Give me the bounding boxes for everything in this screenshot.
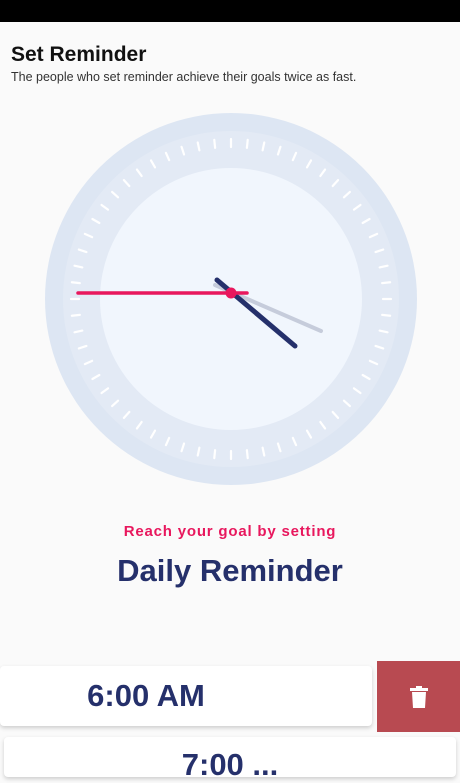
status-bar (0, 0, 460, 22)
clock-tick (213, 449, 217, 460)
goal-headline: Daily Reminder (117, 553, 343, 588)
analog-clock (45, 113, 417, 485)
clock-tick (245, 138, 249, 149)
delete-reminder-button[interactable] (377, 661, 460, 732)
page-title: Set Reminder (11, 43, 147, 66)
clock-tick (213, 138, 217, 149)
clock-tick (70, 281, 81, 285)
clock-tick (381, 313, 392, 317)
clock-center-pin (225, 287, 237, 299)
goal-tagline: Reach your goal by setting (123, 523, 337, 540)
clock-tick (381, 281, 392, 285)
reminder-card[interactable]: 7:00 ... (4, 737, 456, 782)
trash-icon (409, 685, 428, 708)
reminder-time: 6:00 AM (87, 678, 205, 713)
page-subtitle: The people who set reminder achieve thei… (11, 70, 357, 84)
clock-face (100, 168, 362, 430)
clock-tick (245, 449, 249, 460)
clock-tick (70, 313, 81, 317)
reminder-card[interactable]: 6:00 AM (0, 666, 372, 726)
page-header: Set Reminder The people who set reminder… (11, 43, 356, 85)
reminder-time: 7:00 ... (181, 747, 279, 782)
